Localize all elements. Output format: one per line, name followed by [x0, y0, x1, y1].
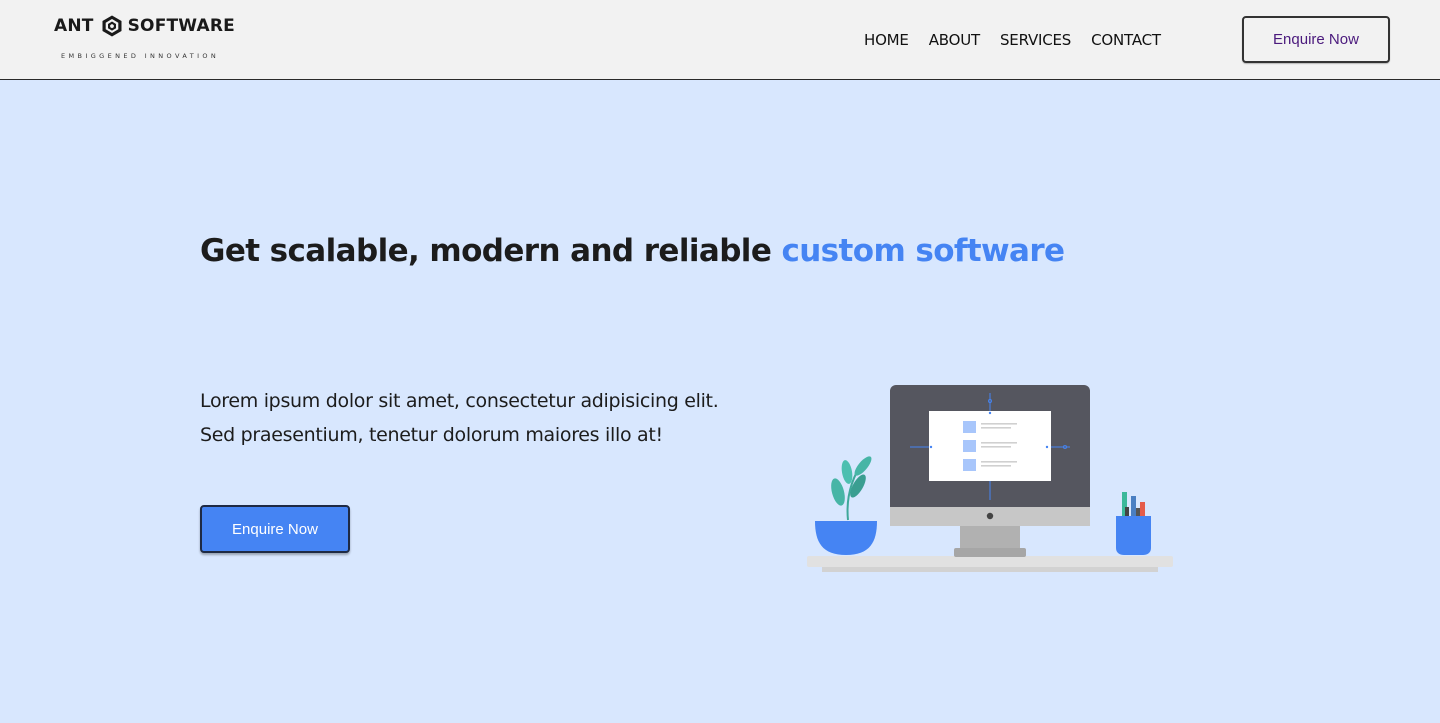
- nav-services[interactable]: SERVICES: [1000, 29, 1071, 51]
- nav-contact[interactable]: CONTACT: [1091, 29, 1161, 51]
- logo-word-left: ANT: [54, 16, 94, 36]
- site-header: ANT SOFTWARE EMBIGGENED INNOVATION HOME …: [0, 0, 1440, 80]
- main-nav: HOME ABOUT SERVICES CONTACT: [864, 29, 1161, 51]
- nav-about[interactable]: ABOUT: [929, 29, 980, 51]
- hero-enquire-button[interactable]: Enquire Now: [200, 505, 350, 553]
- hexagon-logo-icon: [100, 14, 124, 38]
- hero-title-accent: custom software: [781, 233, 1065, 269]
- hero-title: Get scalable, modern and reliable custom…: [200, 233, 1160, 269]
- logo[interactable]: ANT SOFTWARE EMBIGGENED INNOVATION: [54, 14, 235, 60]
- desk-computer-illustration: [800, 380, 1180, 580]
- nav-home[interactable]: HOME: [864, 29, 909, 51]
- hero-description: Lorem ipsum dolor sit amet, consectetur …: [200, 390, 719, 446]
- hero-title-main: Get scalable, modern and reliable: [200, 233, 782, 269]
- logo-word-right: SOFTWARE: [127, 16, 235, 36]
- logo-tagline: EMBIGGENED INNOVATION: [61, 52, 220, 60]
- header-enquire-button[interactable]: Enquire Now: [1242, 16, 1390, 63]
